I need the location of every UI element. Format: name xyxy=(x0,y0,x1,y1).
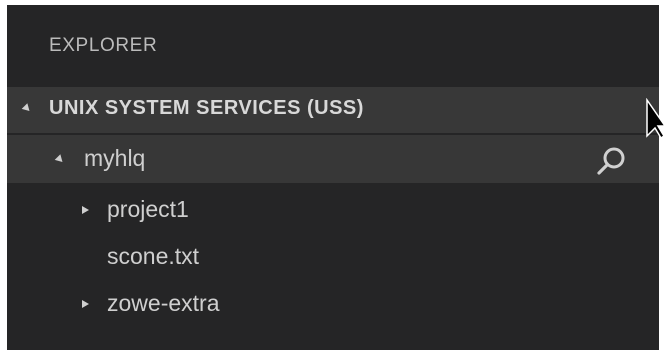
tree-node-scone-txt[interactable]: scone.txt xyxy=(7,234,659,282)
tree-node-label: myhlq xyxy=(84,145,146,171)
tree-node-project1[interactable]: project1 xyxy=(7,187,659,235)
section-expand-twisty-icon[interactable] xyxy=(21,103,33,114)
tree-node-label: zowe-extra xyxy=(107,290,220,316)
mouse-pointer-icon xyxy=(646,98,665,140)
explorer-panel: EXPLORER UNIX SYSTEM SERVICES (USS) myhl… xyxy=(7,5,659,350)
collapsed-twisty-icon[interactable] xyxy=(82,300,89,308)
explorer-title: EXPLORER xyxy=(49,35,158,56)
collapsed-twisty-icon[interactable] xyxy=(82,206,89,214)
uss-section-header[interactable]: UNIX SYSTEM SERVICES (USS) xyxy=(7,87,659,133)
uss-section-label: UNIX SYSTEM SERVICES (USS) xyxy=(49,97,364,119)
tree-node-label: scone.txt xyxy=(107,243,200,269)
search-icon[interactable] xyxy=(595,144,629,178)
tree-node-label: project1 xyxy=(107,196,189,222)
tree-node-myhlq[interactable]: myhlq xyxy=(7,135,659,183)
tree-node-zowe-extra[interactable]: zowe-extra xyxy=(7,281,659,329)
expand-twisty-icon[interactable] xyxy=(54,154,66,165)
screenshot-frame: EXPLORER UNIX SYSTEM SERVICES (USS) myhl… xyxy=(0,0,665,356)
